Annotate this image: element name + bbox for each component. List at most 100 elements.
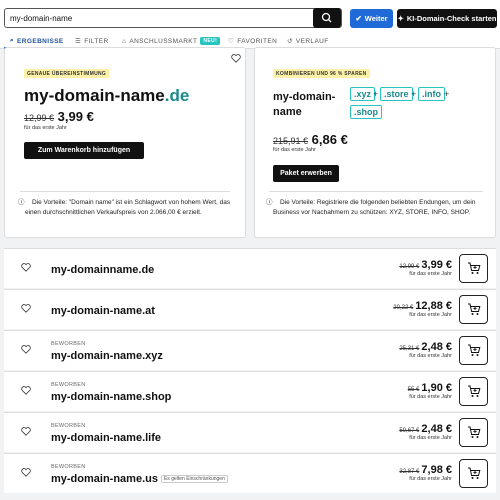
price: 3,99 € xyxy=(421,259,452,271)
old-price: 215,91 € xyxy=(273,136,309,146)
search-box xyxy=(4,8,342,28)
heart-icon[interactable] xyxy=(21,263,31,272)
domain-name: my-domain-name.life xyxy=(51,432,162,444)
heart-icon[interactable] xyxy=(21,427,31,436)
heart-icon[interactable] xyxy=(21,304,31,313)
heart-icon: ♡ xyxy=(228,38,235,45)
add-to-cart-button[interactable] xyxy=(459,377,488,406)
exact-domain: my-domain-name.de xyxy=(24,86,189,106)
plus-sign: + xyxy=(373,89,379,99)
tld-chip: .store xyxy=(380,87,413,101)
add-to-cart-button[interactable]: Zum Warenkorb hinzufügen xyxy=(24,142,144,159)
tab-verlauf[interactable]: ↺ VERLAUF xyxy=(287,34,329,48)
domain-name: my-domain-name.us xyxy=(51,473,158,485)
price-period: für das erste Jahr xyxy=(409,312,452,318)
sponsored-label: BEWORBEN xyxy=(51,382,86,388)
price-block: 55 €1,90 € für das erste Jahr xyxy=(408,382,452,400)
info-text: Die Vorteile: "Domain name" ist ein Schl… xyxy=(25,199,231,216)
add-to-cart-button[interactable] xyxy=(459,336,488,365)
weiter-label: Weiter xyxy=(364,14,388,23)
buy-package-button[interactable]: Paket erwerben xyxy=(273,165,339,182)
old-price: 32,87 € xyxy=(399,469,420,475)
tld-chip: .shop xyxy=(350,105,382,119)
price-block: 59,67 €2,48 € für das erste Jahr xyxy=(399,423,452,441)
tab-ergebnisse[interactable]: ⌕ ERGEBNISSE xyxy=(10,34,64,48)
bundle-domain: my-domain- name xyxy=(273,90,335,120)
cart-icon xyxy=(467,426,480,438)
tab-favoriten[interactable]: ♡ FAVORITEN xyxy=(228,34,277,48)
exact-price-line: 12,99 € 3,99 € xyxy=(24,109,94,124)
old-price: 25,31 € xyxy=(399,346,420,352)
result-row: BEWORBEN my-domain-name.shop 55 €1,90 € … xyxy=(4,371,496,411)
bundle-badge: KOMBINIEREN UND 96 % SPAREN xyxy=(273,69,370,78)
add-to-cart-button[interactable] xyxy=(459,459,488,488)
cart-icon xyxy=(467,467,480,479)
sponsored-label: BEWORBEN xyxy=(51,423,86,429)
result-row: my-domainname.de 12,99 €3,99 € für das e… xyxy=(4,248,496,288)
price-period: für das erste Jahr xyxy=(409,394,452,400)
search-input[interactable] xyxy=(10,11,310,25)
search-icon: ⌕ xyxy=(10,37,15,44)
bundle-name-line2: name xyxy=(273,106,302,118)
tab-filter[interactable]: ☰ FILTER xyxy=(75,34,109,48)
add-to-cart-button[interactable] xyxy=(459,254,488,283)
plus-sign: + xyxy=(444,89,450,99)
sponsored-label: BEWORBEN xyxy=(51,464,86,470)
heart-icon[interactable] xyxy=(21,386,31,395)
divider xyxy=(269,191,483,192)
bundle-name-line1: my-domain- xyxy=(273,91,336,103)
tld-chip: .info xyxy=(418,87,445,101)
price: 2,48 € xyxy=(421,341,452,353)
domain-name: my-domain-name.at xyxy=(51,305,155,317)
bundle-info-text: ⓘ Die Vorteile: Registriere die folgenden… xyxy=(266,198,491,217)
result-row: my-domain-name.at 20,22 €12,88 € für das… xyxy=(4,289,496,329)
domain-name: my-domain-name.xyz xyxy=(51,350,163,362)
ki-domain-check-button[interactable]: ✦ KI-Domain-Check starten xyxy=(397,9,497,28)
domain-name-wrap: my-domain-name.us Es gelten Einschränkung… xyxy=(51,473,228,485)
tag-icon: ⌂ xyxy=(122,37,127,45)
price: 7,98 € xyxy=(421,464,452,476)
price-period: für das erste Jahr xyxy=(409,271,452,277)
ki-label: KI-Domain-Check starten xyxy=(406,14,497,23)
tab-label: FILTER xyxy=(84,37,109,45)
price: 3,99 € xyxy=(57,109,94,124)
sparkle-icon: ✦ xyxy=(397,14,404,23)
old-price: 12,99 € xyxy=(399,264,420,270)
cart-icon xyxy=(467,262,480,274)
weiter-button[interactable]: ✔ Weiter xyxy=(350,9,393,28)
price: 12,88 € xyxy=(415,300,452,312)
result-row: BEWORBEN my-domain-name.life 59,67 €2,48… xyxy=(4,412,496,452)
price-period: für das erste Jahr xyxy=(409,435,452,441)
filter-icon: ☰ xyxy=(75,38,82,45)
tab-anschlussmarkt[interactable]: ⌂ ANSCHLUSSMARKT NEU! xyxy=(122,34,221,48)
price-period: für das erste Jahr xyxy=(409,353,452,359)
exact-match-card: GENAUE ÜBEREINSTIMMUNG my-domain-name.de… xyxy=(4,47,246,238)
cart-icon xyxy=(467,303,480,315)
add-to-cart-button[interactable] xyxy=(459,418,488,447)
heart-icon[interactable] xyxy=(21,345,31,354)
old-price: 20,22 € xyxy=(393,305,414,311)
tab-label: VERLAUF xyxy=(295,37,329,45)
domain-name: my-domain-name.shop xyxy=(51,391,172,403)
domain-tld: .de xyxy=(164,86,190,105)
price-period: für das erste Jahr xyxy=(409,476,452,482)
tab-label: ANSCHLUSSMARKT xyxy=(129,37,198,45)
tab-label: FAVORITEN xyxy=(237,37,278,45)
price: 2,48 € xyxy=(421,423,452,435)
exact-match-badge: GENAUE ÜBEREINSTIMMUNG xyxy=(24,69,110,78)
top-bar: ✔ Weiter ✦ KI-Domain-Check starten xyxy=(0,0,500,32)
tld-chip: .xyz xyxy=(350,87,376,101)
result-row: BEWORBEN my-domain-name.xyz 25,31 €2,48 … xyxy=(4,330,496,370)
add-to-cart-button[interactable] xyxy=(459,295,488,324)
heart-icon[interactable] xyxy=(21,468,31,477)
domain-name: my-domainname.de xyxy=(51,264,155,276)
bundle-card: KOMBINIEREN UND 96 % SPAREN my-domain- n… xyxy=(254,47,496,238)
tab-label: ERGEBNISSE xyxy=(17,37,64,45)
price-block: 12,99 €3,99 € für das erste Jahr xyxy=(399,259,452,277)
search-button[interactable] xyxy=(313,8,341,28)
restriction-hint[interactable]: Es gelten Einschränkungen xyxy=(160,475,228,484)
heart-icon[interactable] xyxy=(231,54,241,63)
price-period: für das erste Jahr xyxy=(273,147,316,153)
price-block: 20,22 €12,88 € für das erste Jahr xyxy=(393,300,452,318)
old-price: 12,99 € xyxy=(24,113,55,123)
